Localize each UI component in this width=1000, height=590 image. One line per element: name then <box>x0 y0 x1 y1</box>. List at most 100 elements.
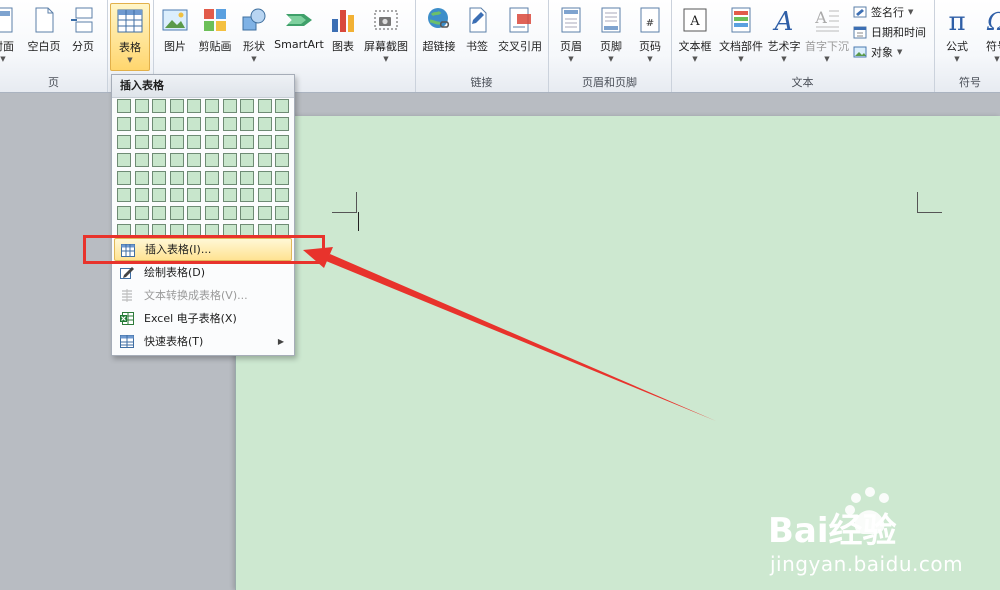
table-grid-cell[interactable] <box>134 152 149 167</box>
object-button[interactable]: 对象 ▼ <box>853 42 902 61</box>
table-grid-cell[interactable] <box>275 152 290 167</box>
table-button[interactable]: 表格 ▼ <box>110 3 150 71</box>
table-grid-cell[interactable] <box>134 99 149 113</box>
table-grid-cell[interactable] <box>275 206 290 221</box>
table-grid-cell[interactable] <box>169 116 184 131</box>
table-grid-cell[interactable] <box>187 116 202 131</box>
symbol-button[interactable]: Ω 符号 ▼ <box>978 3 1000 69</box>
table-grid-cell[interactable] <box>152 170 167 185</box>
table-grid-cell[interactable] <box>204 116 219 131</box>
table-grid-cell[interactable] <box>275 170 290 185</box>
table-size-grid[interactable] <box>117 99 291 240</box>
table-grid-cell[interactable] <box>152 188 167 203</box>
table-grid-cell[interactable] <box>257 170 272 185</box>
wordart-button[interactable]: A 艺术字 ▼ <box>765 3 803 69</box>
table-grid-cell[interactable] <box>169 99 184 113</box>
table-grid-cell[interactable] <box>169 134 184 149</box>
signature-line-button[interactable]: 签名行 ▼ <box>853 2 913 21</box>
table-grid-cell[interactable] <box>117 99 131 113</box>
table-grid-cell[interactable] <box>169 152 184 167</box>
table-grid-cell[interactable] <box>152 134 167 149</box>
table-grid-cell[interactable] <box>275 134 290 149</box>
table-grid-cell[interactable] <box>152 152 167 167</box>
table-grid-cell[interactable] <box>152 116 167 131</box>
table-grid-cell[interactable] <box>240 188 255 203</box>
smartart-button[interactable]: SmartArt <box>273 3 325 69</box>
table-grid-cell[interactable] <box>134 206 149 221</box>
table-grid-cell[interactable] <box>204 134 219 149</box>
screenshot-button[interactable]: 屏幕截图 ▼ <box>361 3 411 69</box>
table-grid-cell[interactable] <box>169 206 184 221</box>
table-grid-cell[interactable] <box>204 188 219 203</box>
table-grid-cell[interactable] <box>187 99 202 113</box>
table-grid-cell[interactable] <box>275 188 290 203</box>
table-grid-cell[interactable] <box>257 188 272 203</box>
table-grid-cell[interactable] <box>134 188 149 203</box>
blank-page-button[interactable]: 空白页 <box>24 3 64 69</box>
clip-art-button[interactable]: 剪贴画 <box>195 3 235 69</box>
table-grid-cell[interactable] <box>240 116 255 131</box>
picture-button[interactable]: 图片 <box>159 3 191 69</box>
table-grid-cell[interactable] <box>257 134 272 149</box>
menu-item-draw-table[interactable]: 绘制表格(D) <box>114 261 292 284</box>
table-grid-cell[interactable] <box>169 188 184 203</box>
quick-parts-button[interactable]: 文档部件 ▼ <box>717 3 765 69</box>
table-grid-cell[interactable] <box>204 170 219 185</box>
text-box-button[interactable]: A 文本框 ▼ <box>675 3 715 69</box>
cover-page-button[interactable]: 封面 ▼ <box>0 3 20 69</box>
table-grid-cell[interactable] <box>222 206 237 221</box>
table-grid-cell[interactable] <box>222 116 237 131</box>
table-grid-cell[interactable] <box>222 170 237 185</box>
table-grid-cell[interactable] <box>152 206 167 221</box>
chart-button[interactable]: 图表 <box>327 3 359 69</box>
table-grid-cell[interactable] <box>187 170 202 185</box>
header-button[interactable]: 页眉 ▼ <box>552 3 590 69</box>
table-grid-cell[interactable] <box>134 134 149 149</box>
table-grid-cell[interactable] <box>187 152 202 167</box>
page-break-button[interactable]: 分页 <box>66 3 100 69</box>
table-grid-cell[interactable] <box>257 206 272 221</box>
table-grid-cell[interactable] <box>257 116 272 131</box>
equation-button[interactable]: π 公式 ▼ <box>938 3 976 69</box>
table-grid-cell[interactable] <box>204 206 219 221</box>
table-grid-cell[interactable] <box>240 99 255 113</box>
table-grid-cell[interactable] <box>117 134 131 149</box>
menu-item-convert-text-to-table[interactable]: 文本转换成表格(V)... <box>114 284 292 307</box>
table-grid-cell[interactable] <box>257 152 272 167</box>
table-grid-cell[interactable] <box>187 188 202 203</box>
shapes-button[interactable]: 形状 ▼ <box>237 3 271 69</box>
table-grid-cell[interactable] <box>134 116 149 131</box>
table-grid-cell[interactable] <box>204 99 219 113</box>
table-grid-cell[interactable] <box>240 170 255 185</box>
table-grid-cell[interactable] <box>187 134 202 149</box>
table-grid-cell[interactable] <box>222 99 237 113</box>
table-grid-cell[interactable] <box>275 99 290 113</box>
table-grid-cell[interactable] <box>222 134 237 149</box>
table-grid-cell[interactable] <box>169 170 184 185</box>
table-grid-cell[interactable] <box>152 99 167 113</box>
table-grid-cell[interactable] <box>117 152 131 167</box>
drop-cap-button[interactable]: A 首字下沉 ▼ <box>803 3 851 69</box>
table-grid-cell[interactable] <box>257 99 272 113</box>
hyperlink-button[interactable]: 超链接 <box>419 3 459 69</box>
table-grid-cell[interactable] <box>134 170 149 185</box>
table-grid-cell[interactable] <box>275 116 290 131</box>
menu-item-excel-spreadsheet[interactable]: Excel 电子表格(X) <box>114 307 292 330</box>
table-grid-cell[interactable] <box>187 206 202 221</box>
cross-reference-button[interactable]: 交叉引用 <box>495 3 545 69</box>
menu-item-quick-tables[interactable]: 快速表格(T) ▶ <box>114 330 292 353</box>
table-grid-cell[interactable] <box>240 206 255 221</box>
table-grid-cell[interactable] <box>222 152 237 167</box>
table-grid-cell[interactable] <box>117 116 131 131</box>
table-grid-cell[interactable] <box>117 188 131 203</box>
table-grid-cell[interactable] <box>117 170 131 185</box>
table-grid-cell[interactable] <box>240 134 255 149</box>
table-grid-cell[interactable] <box>222 188 237 203</box>
table-grid-cell[interactable] <box>240 152 255 167</box>
page-number-button[interactable]: # 页码 ▼ <box>632 3 668 69</box>
table-grid-cell[interactable] <box>204 152 219 167</box>
bookmark-button[interactable]: 书签 <box>461 3 493 69</box>
date-time-button[interactable]: 日期和时间 <box>853 22 926 41</box>
table-grid-cell[interactable] <box>117 206 131 221</box>
footer-button[interactable]: 页脚 ▼ <box>592 3 630 69</box>
